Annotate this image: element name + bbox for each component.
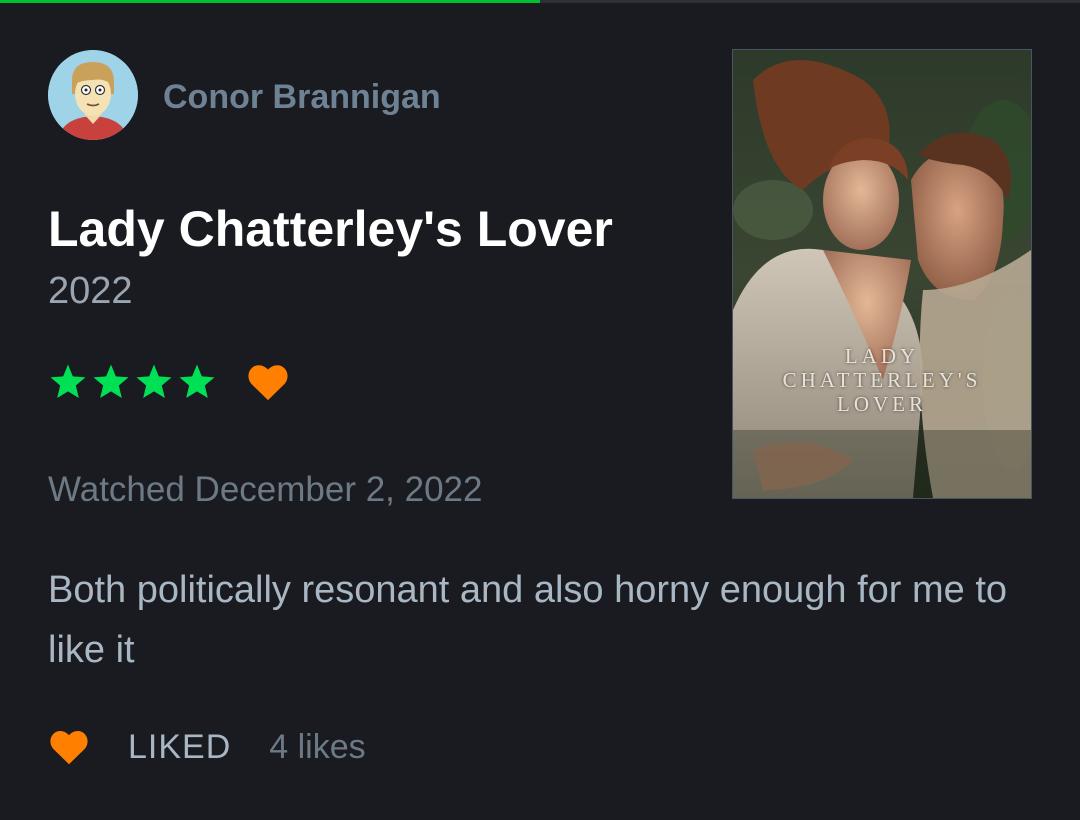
star-icon xyxy=(50,364,86,398)
poster-artwork xyxy=(733,50,1031,498)
author-name[interactable]: Conor Brannigan xyxy=(163,78,441,117)
review-text: Both politically resonant and also horny… xyxy=(48,569,1008,671)
avatar[interactable] xyxy=(48,50,138,140)
star-icon xyxy=(136,364,172,398)
loading-progress-bar xyxy=(0,0,1080,3)
heart-icon[interactable] xyxy=(48,728,90,766)
like-footer: LIKED 4 likes xyxy=(48,722,366,772)
star-icon xyxy=(93,364,129,398)
film-poster[interactable]: LADY CHATTERLEY'S LOVER xyxy=(732,49,1032,499)
star-icon xyxy=(179,364,215,398)
film-year[interactable]: 2022 xyxy=(48,270,133,313)
review-card: Conor Brannigan Lady Chatterley's Lover … xyxy=(0,0,1080,820)
poster-title-line: CHATTERLEY'S xyxy=(782,368,982,392)
poster-title: LADY CHATTERLEY'S LOVER xyxy=(733,344,1031,416)
liked-heart-icon xyxy=(248,365,288,401)
rating xyxy=(48,362,290,402)
poster-title-line: LOVER xyxy=(837,392,927,416)
likes-count[interactable]: 4 likes xyxy=(269,728,365,767)
avatar-illustration xyxy=(48,50,138,140)
film-title[interactable]: Lady Chatterley's Lover xyxy=(48,200,613,258)
liked-label[interactable]: LIKED xyxy=(128,728,231,767)
loading-progress-fill xyxy=(0,0,540,3)
watched-date: Watched December 2, 2022 xyxy=(48,470,483,509)
poster-title-line: LADY xyxy=(844,344,920,368)
